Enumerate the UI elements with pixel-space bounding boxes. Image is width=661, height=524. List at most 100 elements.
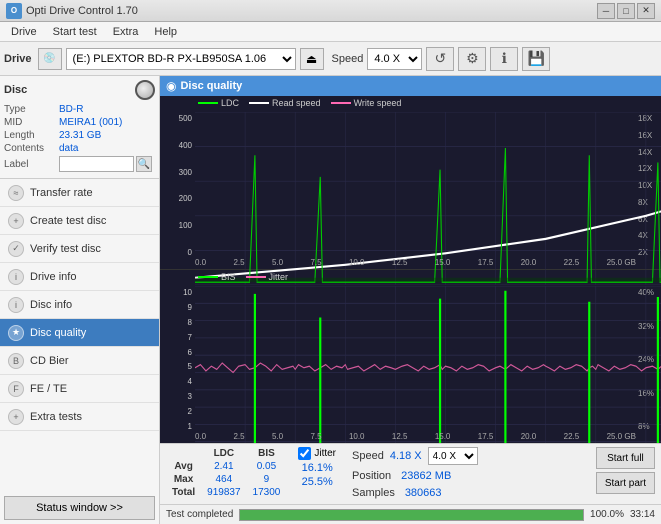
menu-extra[interactable]: Extra bbox=[106, 23, 146, 41]
menu-drive[interactable]: Drive bbox=[4, 23, 44, 41]
drive-info-icon: i bbox=[8, 269, 24, 285]
bottom-chart-y-left: 10 9 8 7 6 5 4 3 2 1 bbox=[160, 270, 195, 443]
y-label: 300 bbox=[160, 168, 195, 177]
sidebar-item-verify-test-disc[interactable]: ✓ Verify test disc bbox=[0, 235, 159, 263]
avg-jitter: 16.1% bbox=[298, 462, 336, 474]
info-button[interactable]: ℹ bbox=[490, 47, 518, 71]
refresh-button[interactable]: ↺ bbox=[426, 47, 454, 71]
x-label: 0.0 bbox=[195, 258, 206, 267]
x-label: 2.5 bbox=[233, 432, 244, 441]
fe-te-icon: F bbox=[8, 381, 24, 397]
eject-icon: 💿 bbox=[38, 48, 62, 70]
x-label: 20.0 bbox=[521, 432, 537, 441]
x-label: 25.0 GB bbox=[607, 258, 636, 267]
bottom-chart-legend: BIS Jitter bbox=[198, 272, 288, 282]
app-title: Opti Drive Control 1.70 bbox=[26, 5, 597, 17]
disc-icon bbox=[135, 80, 155, 100]
jitter-checkbox-label: Jitter bbox=[314, 448, 336, 459]
position-value: 23862 MB bbox=[401, 470, 451, 482]
menu-help[interactable]: Help bbox=[147, 23, 184, 41]
stats-empty bbox=[166, 447, 201, 460]
disc-quality-header: ◉ Disc quality bbox=[160, 76, 661, 96]
jitter-checkbox[interactable] bbox=[298, 447, 311, 460]
sidebar-item-disc-info[interactable]: i Disc info bbox=[0, 291, 159, 319]
samples-row: Samples 380663 bbox=[352, 487, 478, 499]
position-row: Position 23862 MB bbox=[352, 470, 478, 482]
progress-bar-outer bbox=[239, 509, 584, 521]
start-full-button[interactable]: Start full bbox=[596, 447, 655, 469]
speed-select[interactable]: 4.0 X bbox=[428, 447, 478, 465]
x-label: 25.0 GB bbox=[607, 432, 636, 441]
sidebar-item-label: FE / TE bbox=[30, 383, 67, 395]
save-button[interactable]: 💾 bbox=[522, 47, 550, 71]
samples-value: 380663 bbox=[405, 487, 442, 499]
disc-type-label: Type bbox=[4, 104, 59, 115]
x-label: 15.0 bbox=[435, 258, 451, 267]
x-label: 22.5 bbox=[564, 258, 580, 267]
start-part-button[interactable]: Start part bbox=[596, 472, 655, 494]
total-bis: 17300 bbox=[247, 486, 287, 499]
top-chart-x-axis: 0.0 2.5 5.0 7.5 10.0 12.5 15.0 17.5 20.0… bbox=[195, 258, 636, 267]
sidebar-item-label: Drive info bbox=[30, 271, 76, 283]
avg-label: Avg bbox=[166, 460, 201, 473]
x-label: 2.5 bbox=[233, 258, 244, 267]
progress-bar-inner bbox=[240, 510, 583, 520]
x-label: 5.0 bbox=[272, 258, 283, 267]
samples-label: Samples bbox=[352, 487, 395, 499]
disc-mid-label: MID bbox=[4, 117, 59, 128]
speed-select[interactable]: 4.0 X bbox=[367, 48, 422, 70]
y-label: 200 bbox=[160, 194, 195, 203]
sidebar-item-cd-bier[interactable]: B CD Bier bbox=[0, 347, 159, 375]
sidebar-item-create-test-disc[interactable]: + Create test disc bbox=[0, 207, 159, 235]
y-label: 8 bbox=[160, 318, 195, 327]
menu-start-test[interactable]: Start test bbox=[46, 23, 104, 41]
max-jitter: 25.5% bbox=[298, 476, 336, 488]
jitter-color bbox=[246, 276, 266, 278]
close-button[interactable]: ✕ bbox=[637, 3, 655, 19]
disc-length-row: Length 23.31 GB bbox=[4, 130, 155, 141]
y-label: 100 bbox=[160, 221, 195, 230]
max-ldc: 464 bbox=[201, 473, 246, 486]
drive-select[interactable]: (E:) PLEXTOR BD-R PX-LB950SA 1.06 bbox=[66, 48, 296, 70]
sidebar-item-disc-quality[interactable]: ★ Disc quality bbox=[0, 319, 159, 347]
eject-button[interactable]: ⏏ bbox=[300, 48, 324, 70]
y-label: 6 bbox=[160, 348, 195, 357]
disc-mid-value: MEIRA1 (001) bbox=[59, 117, 155, 128]
disc-quality-title: Disc quality bbox=[180, 80, 242, 92]
avg-ldc: 2.41 bbox=[201, 460, 246, 473]
y-label: 2 bbox=[160, 407, 195, 416]
bis-header: BIS bbox=[247, 447, 287, 460]
sidebar-item-fe-te[interactable]: F FE / TE bbox=[0, 375, 159, 403]
label-search-button[interactable]: 🔍 bbox=[136, 156, 152, 172]
ldc-color bbox=[198, 102, 218, 104]
status-window-button[interactable]: Status window >> bbox=[4, 496, 155, 520]
maximize-button[interactable]: □ bbox=[617, 3, 635, 19]
main-container: Disc Type BD-R MID MEIRA1 (001) Length 2… bbox=[0, 76, 661, 524]
verify-test-disc-icon: ✓ bbox=[8, 241, 24, 257]
read-speed-color bbox=[249, 102, 269, 104]
toolbar: Drive 💿 (E:) PLEXTOR BD-R PX-LB950SA 1.0… bbox=[0, 42, 661, 76]
sidebar-item-extra-tests[interactable]: + Extra tests bbox=[0, 403, 159, 431]
minimize-button[interactable]: ─ bbox=[597, 3, 615, 19]
y-label: 3 bbox=[160, 392, 195, 401]
settings-button[interactable]: ⚙ bbox=[458, 47, 486, 71]
total-label: Total bbox=[166, 486, 201, 499]
ldc-label: LDC bbox=[221, 98, 239, 108]
y-label: 4 bbox=[160, 377, 195, 386]
header-icon: ◉ bbox=[166, 79, 176, 93]
ldc-legend: LDC bbox=[198, 98, 239, 108]
write-speed-color bbox=[331, 102, 351, 104]
x-label: 15.0 bbox=[435, 432, 451, 441]
y-label: 5 bbox=[160, 362, 195, 371]
ldc-header: LDC bbox=[201, 447, 246, 460]
speed-label: Speed bbox=[332, 53, 364, 65]
sidebar-item-drive-info[interactable]: i Drive info bbox=[0, 263, 159, 291]
drive-label: Drive bbox=[4, 53, 32, 65]
sidebar-item-transfer-rate[interactable]: ≈ Transfer rate bbox=[0, 179, 159, 207]
disc-label-input[interactable] bbox=[59, 156, 134, 172]
disc-quality-icon: ★ bbox=[8, 325, 24, 341]
create-test-disc-icon: + bbox=[8, 213, 24, 229]
y-label: 7 bbox=[160, 333, 195, 342]
speed-info: Speed 4.18 X 4.0 X Position 23862 MB Sam… bbox=[352, 447, 478, 501]
x-label: 10.0 bbox=[349, 432, 365, 441]
